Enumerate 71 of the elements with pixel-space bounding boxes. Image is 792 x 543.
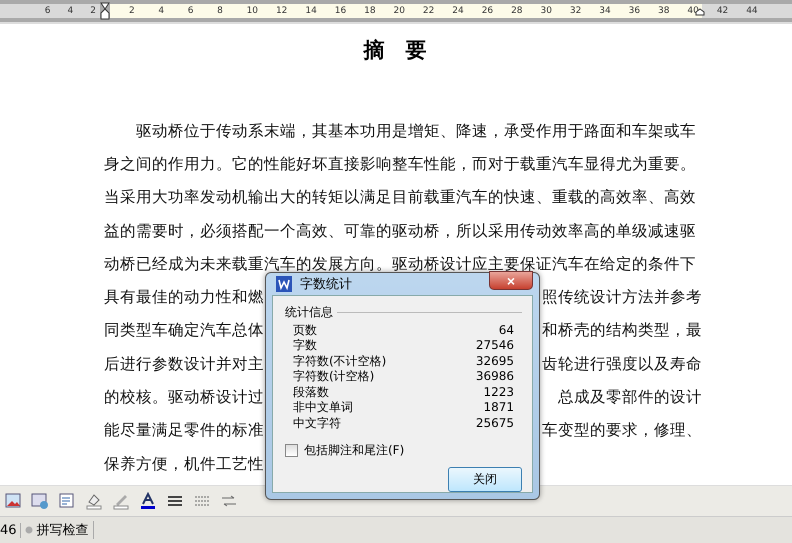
stat-label: 中文字符 — [293, 416, 342, 431]
stat-label: 非中文单词 — [293, 400, 354, 416]
stat-value: 32695 — [476, 354, 514, 369]
stat-label: 字符数(不计空格) — [293, 354, 388, 369]
image-icon[interactable] — [4, 492, 22, 510]
ruler-number: 30 — [540, 5, 553, 18]
paint-bucket-icon[interactable] — [85, 492, 103, 510]
stat-value: 1871 — [482, 400, 514, 416]
body-text: 保养方便，机件工艺性 — [104, 454, 264, 473]
text-box-icon[interactable] — [58, 492, 76, 510]
stat-label: 页数 — [293, 322, 318, 338]
stat-value: 25675 — [476, 416, 514, 431]
ruler-number: 28 — [511, 5, 524, 18]
stat-value: 64 — [498, 322, 514, 338]
ruler-number: 16 — [334, 5, 348, 18]
ruler-number: 32 — [570, 5, 582, 18]
app-logo-icon — [276, 276, 292, 292]
ruler-number: 4 — [68, 5, 74, 18]
spell-check-button[interactable]: 拼写检查 — [20, 521, 94, 539]
image-icon[interactable] — [31, 492, 49, 510]
stat-label: 字数 — [293, 338, 318, 354]
font-color-icon[interactable] — [139, 492, 157, 510]
body-text: 驱动桥位于传动系末端，其基本功用是增矩、降速，承受作用于路面和车架或车 — [136, 122, 696, 140]
body-text: 能尽量满足零件的标准 — [104, 421, 264, 440]
body-text: 后进行参数设计并对主 — [104, 354, 264, 373]
body-text: 身之间的作用力。它的性能好坏直接影响整车性能，而对于载重汽车显得尤为重要。 — [104, 154, 696, 173]
ruler-number: 42 — [716, 5, 730, 18]
group-title: 统计信息 — [285, 304, 333, 320]
stat-value: 1223 — [482, 384, 514, 400]
ruler-number: 6 — [188, 5, 195, 18]
ruler-number: 10 — [246, 5, 260, 18]
body-text: 具有最佳的动力性和燃 — [104, 288, 264, 306]
ruler-number: 18 — [364, 5, 377, 18]
stat-value: 27546 — [476, 338, 514, 354]
body-text: 动桥已经成为未来载重汽车的发展方向。驱动桥设计应主要保证汽车在给定的条件下 — [104, 254, 696, 273]
stat-label: 段落数 — [293, 384, 330, 400]
ruler-number: 12 — [276, 5, 288, 18]
ruler-number: 4 — [158, 5, 166, 18]
body-text: 当采用大功率发动机输出大的转矩以满足目前载重汽车的快速、重载的高效率、高效 — [104, 188, 696, 206]
ruler-number: 26 — [482, 5, 494, 18]
body-text: 照传统设计方法并参考 — [542, 288, 702, 306]
body-text: 和桥壳的结构类型，最 — [542, 321, 702, 340]
stat-value: 36986 — [476, 369, 514, 384]
checkbox[interactable] — [285, 444, 298, 457]
body-text: 齿轮进行强度以及寿命 — [542, 354, 702, 373]
ruler-number: 8 — [217, 5, 224, 18]
ruler-number: 36 — [628, 5, 642, 18]
ruler-number: 34 — [599, 5, 612, 18]
ruler-number: 14 — [305, 5, 318, 18]
indent-marker-icon[interactable] — [100, 2, 110, 20]
page-number: 46 — [0, 522, 21, 538]
pen-icon[interactable] — [112, 492, 130, 510]
ruler-number: 20 — [394, 5, 406, 18]
stat-label: 字符数(计空格) — [293, 369, 376, 384]
ruler-number: 24 — [452, 5, 465, 18]
body-text: 的校核。驱动桥设计过 — [104, 388, 264, 406]
body-text: 益的需要时，必须搭配一个高效、可靠的驱动桥，所以采用传动效率高的单级减速驱 — [104, 222, 696, 240]
body-text: 同类型车确定汽车总体 — [104, 321, 264, 340]
ruler-number: 22 — [422, 5, 436, 18]
status-dot-icon — [24, 526, 33, 534]
close-button[interactable]: 关闭 — [448, 467, 522, 492]
dialog-title: 字数统计 — [300, 276, 353, 293]
ruler-number: 6 — [44, 5, 51, 18]
ruler-number: 44 — [746, 5, 759, 18]
ruler-number: 38 — [658, 5, 670, 18]
document-title: 摘 要 — [364, 37, 428, 64]
body-text: 总成及零部件的设计 — [558, 388, 702, 406]
ruler-number: 2 — [90, 5, 96, 18]
body-text: 车变型的要求，修理、 — [542, 421, 702, 440]
ruler-number: 2 — [129, 5, 136, 18]
checkbox-label: 包括脚注和尾注(F) — [304, 442, 404, 459]
